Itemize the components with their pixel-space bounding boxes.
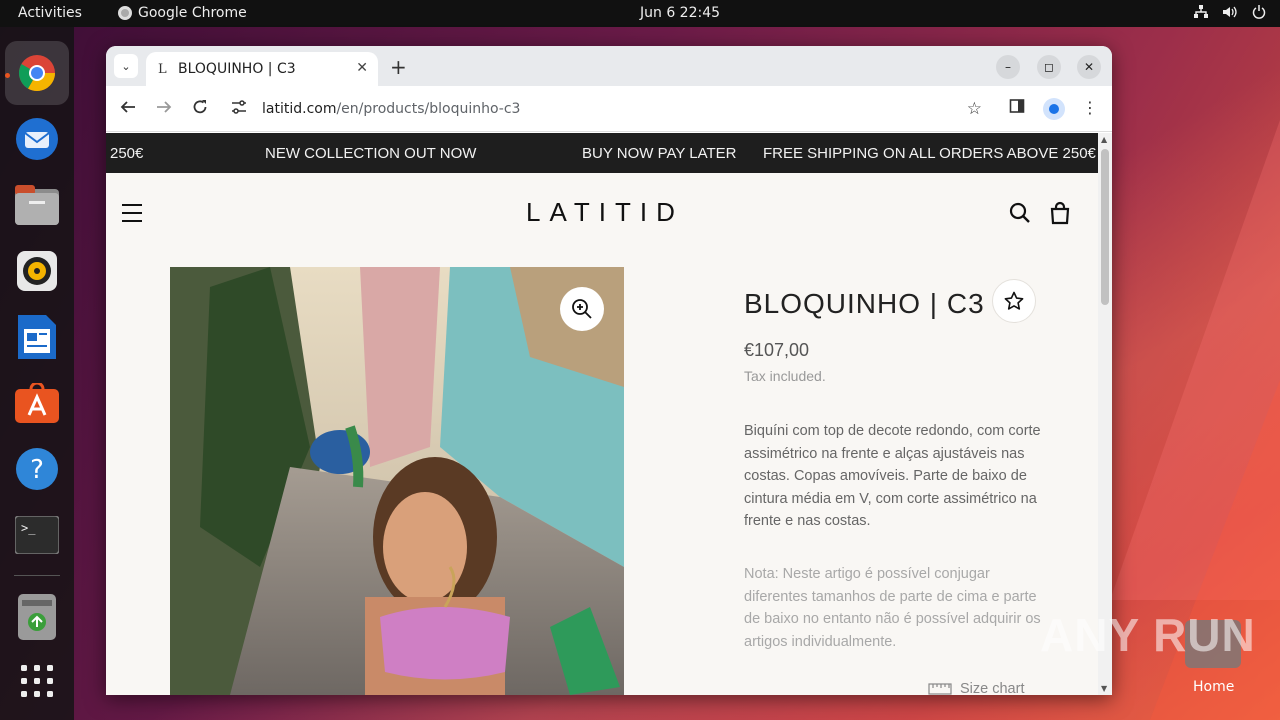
dock-show-apps[interactable] — [13, 657, 61, 705]
files-icon — [15, 185, 59, 225]
app-menu[interactable]: Google Chrome — [118, 5, 247, 21]
tax-note: Tax included. — [744, 368, 826, 384]
minimize-button[interactable]: – — [996, 55, 1020, 79]
scrollbar-thumb[interactable] — [1101, 149, 1109, 305]
tab-title: BLOQUINHO | C3 — [178, 61, 296, 77]
terminal-icon: >_ — [15, 516, 59, 554]
profile-icon — [1049, 104, 1059, 114]
address-bar[interactable]: latitid.com/en/products/bloquinho-c3 ☆ — [222, 92, 994, 126]
kebab-menu-icon: ⋮ — [1082, 98, 1098, 117]
libreoffice-writer-icon — [18, 315, 56, 359]
product-note: Nota: Neste artigo é possível conjugar d… — [744, 566, 1041, 650]
dock-chrome[interactable] — [5, 41, 69, 105]
search-icon[interactable] — [1008, 201, 1032, 225]
side-panel-button[interactable] — [1006, 98, 1028, 118]
home-folder-label[interactable]: Home — [1193, 679, 1234, 695]
close-window-button[interactable]: ✕ — [1077, 55, 1101, 79]
trash-icon — [18, 594, 56, 640]
announcement-item: NEW COLLECTION OUT NOW — [265, 145, 477, 162]
dock-terminal[interactable]: >_ — [13, 511, 61, 559]
clock[interactable]: Jun 6 22:45 — [640, 5, 720, 21]
browser-toolbar: latitid.com/en/products/bloquinho-c3 ☆ ⋮ — [106, 86, 1112, 132]
url-text: latitid.com/en/products/bloquinho-c3 — [262, 101, 520, 117]
app-center-icon — [15, 383, 59, 423]
tab-active[interactable]: L BLOQUINHO | C3 ✕ — [146, 52, 378, 86]
shopping-bag-icon[interactable] — [1048, 201, 1072, 225]
dock-writer[interactable] — [13, 313, 61, 361]
site-header: LATITID — [106, 173, 1098, 253]
ruler-icon — [928, 683, 952, 695]
chrome-menu-button[interactable]: ⋮ — [1079, 98, 1101, 117]
dock-files[interactable] — [13, 181, 61, 229]
tab-search-button[interactable]: ⌄ — [114, 54, 138, 78]
back-arrow-icon — [120, 101, 135, 113]
svg-text:>_: >_ — [21, 521, 36, 535]
product-title: BLOQUINHO | C3 — [744, 288, 985, 319]
site-info-icon[interactable] — [222, 100, 256, 118]
back-button[interactable] — [117, 99, 139, 120]
side-panel-icon — [1009, 99, 1025, 113]
dock-thunderbird[interactable] — [13, 115, 61, 163]
activities-button[interactable]: Activities — [18, 5, 82, 21]
minimize-icon: – — [1005, 60, 1011, 74]
running-indicator — [5, 73, 10, 78]
show-apps-icon — [21, 665, 53, 697]
bookmark-star-icon[interactable]: ☆ — [967, 99, 982, 119]
close-icon: ✕ — [1083, 60, 1095, 74]
scroll-down-icon[interactable]: ▼ — [1101, 684, 1107, 693]
webpage: 250€ NEW COLLECTION OUT NOW BUY NOW PAY … — [106, 133, 1098, 695]
product-description: Biquíni com top de decote redondo, com c… — [744, 423, 1041, 529]
system-tray[interactable] — [1194, 5, 1266, 23]
dock-app-center[interactable] — [13, 379, 61, 427]
thunderbird-icon — [16, 118, 58, 160]
reload-button[interactable] — [189, 99, 211, 120]
forward-arrow-icon — [157, 101, 172, 113]
site-favicon: L — [158, 61, 167, 77]
reload-icon — [193, 100, 207, 114]
new-tab-button[interactable]: + — [390, 55, 407, 79]
app-name: Google Chrome — [138, 5, 247, 21]
hamburger-menu-icon[interactable] — [122, 204, 142, 228]
url-path: /en/products/bloquinho-c3 — [336, 101, 521, 117]
system-top-bar: Activities Google Chrome Jun 6 22:45 — [0, 0, 1280, 27]
size-chart-link[interactable]: Size chart — [928, 681, 1024, 695]
announcement-item: BUY NOW PAY LATER — [582, 145, 737, 162]
zoom-button[interactable] — [560, 287, 604, 331]
announcement-item: 250€ — [110, 145, 144, 162]
announcement-bar: 250€ NEW COLLECTION OUT NOW BUY NOW PAY … — [106, 133, 1098, 173]
url-host: latitid.com — [262, 101, 337, 117]
dock-rhythmbox[interactable] — [13, 247, 61, 295]
chrome-small-icon — [118, 6, 132, 20]
announcement-item: FREE SHIPPING ON ALL ORDERS ABOVE 250€ — [763, 145, 1096, 162]
wishlist-button[interactable] — [992, 279, 1036, 323]
network-icon — [1194, 5, 1208, 23]
volume-icon — [1222, 5, 1238, 23]
size-chart-label: Size chart — [960, 681, 1025, 695]
chevron-down-icon: ⌄ — [121, 59, 131, 73]
dock-help[interactable]: ? — [13, 445, 61, 493]
dock-trash[interactable] — [13, 593, 61, 641]
dock-separator — [14, 575, 60, 576]
rhythmbox-icon — [17, 251, 57, 291]
anyrun-watermark: ANY RUN — [1040, 609, 1256, 661]
maximize-button[interactable]: ◻ — [1037, 55, 1061, 79]
chrome-window: ⌄ L BLOQUINHO | C3 ✕ + – ◻ ✕ latitid.com… — [106, 46, 1112, 695]
product-price: €107,00 — [744, 340, 810, 360]
forward-button[interactable] — [153, 99, 175, 120]
product-photo — [170, 267, 624, 695]
close-tab-icon[interactable]: ✕ — [356, 60, 368, 76]
zoom-in-icon — [572, 299, 592, 319]
scroll-up-icon[interactable]: ▲ — [1101, 135, 1107, 144]
site-logo[interactable]: LATITID — [526, 197, 684, 228]
tab-strip: ⌄ L BLOQUINHO | C3 ✕ + – ◻ ✕ — [106, 46, 1112, 86]
svg-text:?: ? — [30, 455, 44, 485]
maximize-icon: ◻ — [1044, 60, 1054, 74]
profile-avatar[interactable] — [1043, 98, 1065, 120]
star-outline-icon — [1004, 291, 1024, 310]
product-image[interactable] — [170, 267, 624, 695]
dock: ? >_ — [0, 27, 74, 720]
chrome-icon — [18, 55, 56, 92]
power-icon — [1252, 5, 1266, 23]
help-icon: ? — [16, 448, 58, 490]
